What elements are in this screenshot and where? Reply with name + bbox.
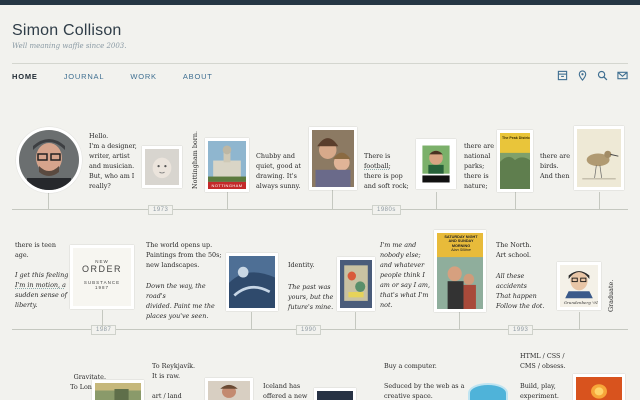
world-quote: Down the way, the road's divided. Paint m…: [146, 282, 215, 320]
year-marker-1973: 1973: [148, 205, 174, 215]
archive-icon[interactable]: [557, 70, 568, 81]
reykjavik-text: To Reykjavík. It is raw.: [152, 362, 196, 380]
year-marker-1987: 1987: [91, 325, 117, 335]
identity-text: Identity.: [288, 261, 315, 269]
baby-photo[interactable]: [142, 146, 182, 188]
sketch-caption: Grundenberg '91: [563, 300, 599, 305]
nav-about[interactable]: ABOUT: [183, 72, 213, 81]
build-text: Build, play, experiment.: [520, 382, 559, 400]
search-icon[interactable]: [597, 70, 608, 81]
past-quote: The past was yours, but the future's mine.: [288, 283, 334, 311]
book-poster[interactable]: SATURDAY NIGHT AND SUNDAY MORNING Alan Sil…: [434, 230, 486, 312]
childhood-text: Chubby and quiet, good at drawing. It's alw…: [256, 152, 301, 190]
bird-illustration[interactable]: [574, 126, 624, 190]
birds-text: there are birds. And then: [540, 152, 570, 180]
iceland-text: Iceland has offered a new: [263, 382, 308, 400]
html-text: HTML / CSS / CMS / obsess.: [520, 352, 566, 370]
location-pin-icon[interactable]: [577, 70, 588, 81]
born-label: Nottingham born.: [191, 131, 199, 189]
portrait-photo[interactable]: [16, 127, 82, 193]
football-text: There is football; there is pop and soft ro…: [364, 152, 409, 190]
mail-icon[interactable]: [617, 70, 628, 81]
site-title[interactable]: Simon Collison: [12, 22, 122, 40]
north-text: The North. Art school.: [496, 241, 532, 259]
album-artwork[interactable]: [337, 257, 375, 311]
new-order-album-cover[interactable]: NEW ORDER SUBSTANCE 1987: [70, 245, 134, 309]
iceland-photo[interactable]: [314, 388, 356, 400]
nav-journal[interactable]: JOURNAL: [64, 72, 105, 81]
year-marker-1980s: 1980s: [372, 205, 401, 215]
graduate-label: Graduate.: [607, 279, 615, 312]
family-photo[interactable]: [309, 127, 357, 190]
nav-work[interactable]: WORK: [130, 72, 157, 81]
main-nav: HOME JOURNAL WORK ABOUT: [12, 72, 239, 81]
header-divider: [12, 63, 628, 64]
computer-image[interactable]: [468, 383, 508, 400]
world-text: The world opens up. Paintings from the 50…: [146, 241, 222, 269]
reykjavik-photo[interactable]: [205, 378, 253, 400]
top-bar: [0, 0, 640, 5]
parks-text: there are national parks; there is nature;: [464, 142, 494, 190]
intro-text: Hello. I'm a designer, writer, artist and m…: [89, 132, 137, 190]
accidents-text: All these accidents That happen Follow the …: [496, 272, 545, 310]
nav-home[interactable]: HOME: [12, 72, 38, 81]
seduced-text: Seduced by the web as a creative space.: [384, 382, 465, 400]
nav-icons: [548, 70, 628, 81]
nottingham-photo[interactable]: NOTTINGHAM: [205, 138, 249, 192]
blue-painting[interactable]: [226, 253, 278, 311]
peak-district-book[interactable]: The Peak District: [497, 130, 533, 192]
sketch-portrait[interactable]: Grundenberg '91: [557, 262, 601, 310]
sunset-photo[interactable]: [573, 374, 625, 400]
computer-text: Buy a computer.: [384, 362, 437, 370]
teen-text: there is teen age.: [15, 241, 56, 259]
site-tagline: Well meaning waffle since 2003.: [12, 42, 127, 50]
timeline-line-1: [12, 209, 628, 210]
book-title: The Peak District: [502, 136, 532, 140]
year-marker-1990: 1990: [296, 325, 322, 335]
footballer-card[interactable]: [416, 139, 456, 189]
me-quote: I'm me and nobody else; and whatever people…: [380, 241, 431, 309]
art-land-text: art / land: [152, 392, 182, 400]
london-photo[interactable]: [92, 380, 144, 400]
year-marker-1993: 1993: [508, 325, 534, 335]
nottingham-caption: NOTTINGHAM: [211, 183, 243, 188]
